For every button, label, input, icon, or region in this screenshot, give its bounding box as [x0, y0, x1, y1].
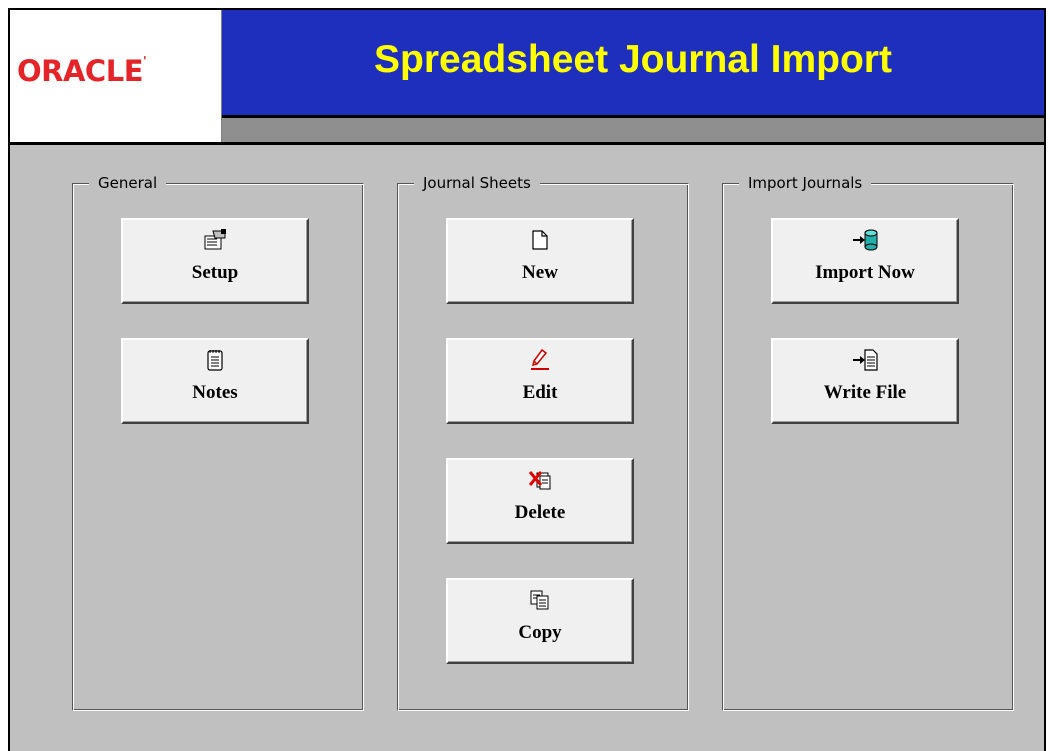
new-button-label: New: [522, 262, 558, 283]
group-general: General Setup Notes: [72, 173, 364, 711]
delete-button[interactable]: Delete: [446, 458, 634, 544]
group-import-journals-label: Import Journals: [739, 173, 872, 193]
page-title: Spreadsheet Journal Import: [374, 38, 892, 81]
write-file-icon: [773, 348, 957, 372]
new-button[interactable]: New: [446, 218, 634, 304]
app-window: ORACLE' Spreadsheet Journal Import Gener…: [8, 8, 1046, 751]
edit-button[interactable]: Edit: [446, 338, 634, 424]
group-general-label: General: [89, 173, 167, 193]
header: ORACLE' Spreadsheet Journal Import: [10, 10, 1044, 142]
setup-button-label: Setup: [191, 262, 239, 283]
pencil-icon: [448, 348, 632, 372]
logo-area: ORACLE': [10, 10, 222, 142]
delete-button-label: Delete: [514, 502, 566, 523]
group-import-journals: Import Journals Import Now Write File: [722, 173, 1014, 711]
title-shadow-strip: [222, 118, 1044, 142]
copy-button[interactable]: Copy: [446, 578, 634, 664]
delete-icon: [448, 468, 632, 492]
write-file-button-label: Write File: [823, 382, 907, 403]
new-document-icon: [448, 228, 632, 252]
header-divider: [10, 142, 1044, 145]
group-journal-sheets-label: Journal Sheets: [414, 173, 540, 193]
import-database-icon: [773, 228, 957, 252]
oracle-logo: ORACLE': [17, 54, 147, 88]
copy-button-label: Copy: [518, 622, 562, 643]
title-bar: Spreadsheet Journal Import: [222, 10, 1044, 118]
group-journal-sheets: Journal Sheets New Edit Delete Copy: [397, 173, 689, 711]
import-now-button[interactable]: Import Now: [771, 218, 959, 304]
setup-icon: [123, 228, 307, 252]
copy-icon: [448, 588, 632, 612]
edit-button-label: Edit: [522, 382, 558, 403]
setup-button[interactable]: Setup: [121, 218, 309, 304]
write-file-button[interactable]: Write File: [771, 338, 959, 424]
import-now-button-label: Import Now: [815, 262, 915, 283]
notes-icon: [123, 348, 307, 372]
notes-button-label: Notes: [192, 382, 238, 403]
notes-button[interactable]: Notes: [121, 338, 309, 424]
